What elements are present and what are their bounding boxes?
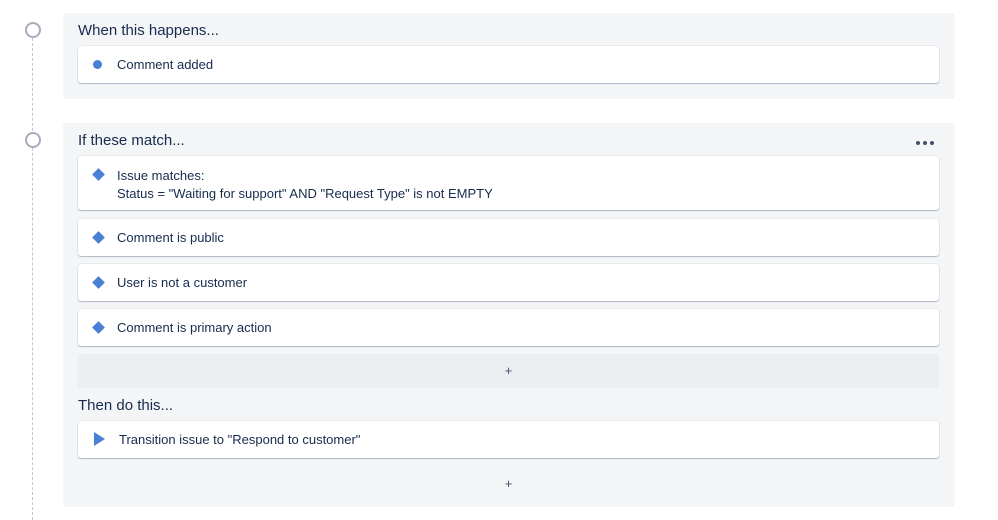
condition-label: Issue matches: (117, 168, 205, 183)
trigger-card-comment-added[interactable]: Comment added (78, 46, 939, 83)
condition-diamond-icon (92, 321, 105, 334)
condition-card-comment-public[interactable]: Comment is public (78, 219, 939, 256)
trigger-panel: When this happens... Comment added (63, 13, 955, 99)
condition-card-user-not-customer[interactable]: User is not a customer (78, 264, 939, 301)
condition-label: Comment is public (117, 230, 224, 245)
trigger-label: Comment added (117, 57, 214, 72)
condition-card-issue-matches[interactable]: Issue matches: Status = "Waiting for sup… (78, 156, 939, 210)
condition-label: Comment is primary action (117, 320, 272, 335)
conditions-title: If these match... (78, 132, 185, 149)
conditions-panel: If these match... Issue matches: Status … (63, 123, 955, 507)
add-action-button[interactable]: + (78, 467, 939, 501)
trigger-dot-icon (93, 60, 102, 69)
condition-detail: Status = "Waiting for support" AND "Requ… (117, 186, 493, 201)
condition-card-primary-action[interactable]: Comment is primary action (78, 309, 939, 346)
condition-diamond-icon (92, 276, 105, 289)
action-play-icon (94, 432, 105, 446)
condition-diamond-icon (92, 231, 105, 244)
trigger-node-icon (25, 22, 41, 38)
actions-title: Then do this... (78, 397, 174, 414)
trigger-title: When this happens... (78, 22, 219, 39)
condition-label: User is not a customer (117, 275, 248, 290)
condition-diamond-icon (92, 168, 105, 181)
add-condition-button[interactable]: + (78, 354, 939, 388)
action-card-transition[interactable]: Transition issue to "Respond to customer… (78, 421, 939, 458)
timeline-connector (32, 38, 33, 520)
condition-node-icon (25, 132, 41, 148)
more-options-icon[interactable] (916, 141, 934, 145)
action-label: Transition issue to "Respond to customer… (119, 432, 361, 447)
